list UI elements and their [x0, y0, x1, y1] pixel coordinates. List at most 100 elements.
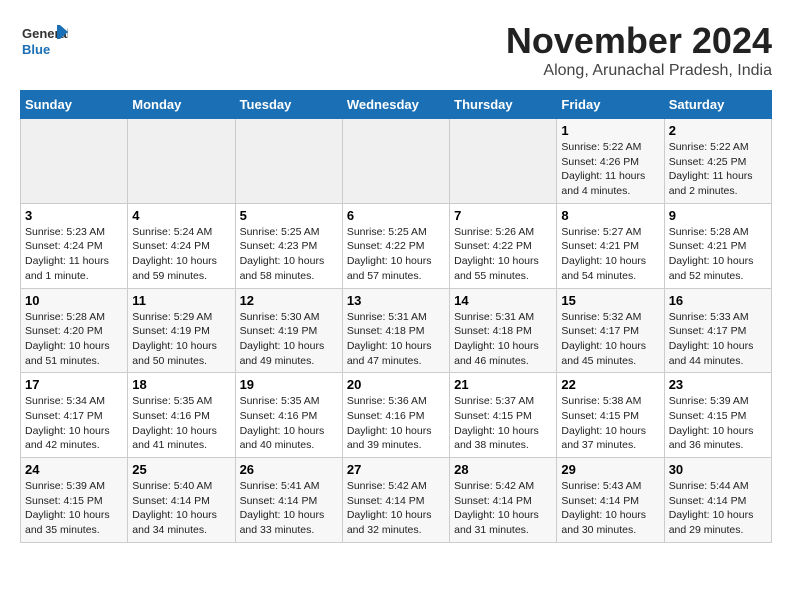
day-number: 28 — [454, 462, 552, 477]
table-row: 8Sunrise: 5:27 AMSunset: 4:21 PMDaylight… — [557, 203, 664, 288]
day-info: Sunrise: 5:28 AMSunset: 4:21 PMDaylight:… — [669, 225, 767, 284]
day-info: Sunrise: 5:40 AMSunset: 4:14 PMDaylight:… — [132, 479, 230, 538]
day-number: 17 — [25, 377, 123, 392]
calendar-header-row: Sunday Monday Tuesday Wednesday Thursday… — [21, 91, 772, 119]
table-row: 28Sunrise: 5:42 AMSunset: 4:14 PMDayligh… — [450, 458, 557, 543]
day-info: Sunrise: 5:25 AMSunset: 4:22 PMDaylight:… — [347, 225, 445, 284]
table-row — [342, 119, 449, 204]
day-number: 13 — [347, 293, 445, 308]
table-row — [235, 119, 342, 204]
day-number: 16 — [669, 293, 767, 308]
table-row: 27Sunrise: 5:42 AMSunset: 4:14 PMDayligh… — [342, 458, 449, 543]
day-number: 11 — [132, 293, 230, 308]
day-info: Sunrise: 5:37 AMSunset: 4:15 PMDaylight:… — [454, 394, 552, 453]
table-row — [21, 119, 128, 204]
day-info: Sunrise: 5:28 AMSunset: 4:20 PMDaylight:… — [25, 310, 123, 369]
month-year-title: November 2024 — [506, 20, 772, 62]
day-number: 30 — [669, 462, 767, 477]
table-row: 20 Sunrise: 5:36 AMSunset: 4:16 PMDayligh… — [342, 373, 449, 458]
day-info: Sunrise: 5:22 AMSunset: 4:25 PMDaylight:… — [669, 140, 767, 199]
table-row: 26 Sunrise: 5:41 AMSunset: 4:14 PMDayligh… — [235, 458, 342, 543]
day-number: 19 — [240, 377, 338, 392]
day-number: 20 — [347, 377, 445, 392]
table-row: 11 Sunrise: 5:29 AMSunset: 4:19 PMDayligh… — [128, 288, 235, 373]
col-saturday: Saturday — [664, 91, 771, 119]
day-info: Sunrise: 5:39 AMSunset: 4:15 PMDaylight:… — [25, 479, 123, 538]
col-sunday: Sunday — [21, 91, 128, 119]
day-info: Sunrise: 5:33 AMSunset: 4:17 PMDaylight:… — [669, 310, 767, 369]
day-info: Sunrise: 5:35 AMSunset: 4:16 PMDaylight:… — [132, 394, 230, 453]
day-number: 21 — [454, 377, 552, 392]
day-number: 1 — [561, 123, 659, 138]
calendar-week-row: 3Sunrise: 5:23 AMSunset: 4:24 PMDaylight… — [21, 203, 772, 288]
day-info: Sunrise: 5:32 AMSunset: 4:17 PMDaylight:… — [561, 310, 659, 369]
day-number: 22 — [561, 377, 659, 392]
location-subtitle: Along, Arunachal Pradesh, India — [506, 62, 772, 80]
day-number: 24 — [25, 462, 123, 477]
svg-text:Blue: Blue — [22, 42, 50, 57]
table-row: 10 Sunrise: 5:28 AMSunset: 4:20 PMDayligh… — [21, 288, 128, 373]
day-info: Sunrise: 5:22 AMSunset: 4:26 PMDaylight:… — [561, 140, 659, 199]
table-row: 14 Sunrise: 5:31 AMSunset: 4:18 PMDayligh… — [450, 288, 557, 373]
day-info: Sunrise: 5:23 AMSunset: 4:24 PMDaylight:… — [25, 225, 123, 284]
table-row: 16 Sunrise: 5:33 AMSunset: 4:17 PMDayligh… — [664, 288, 771, 373]
table-row: 19 Sunrise: 5:35 AMSunset: 4:16 PMDayligh… — [235, 373, 342, 458]
day-info: Sunrise: 5:41 AMSunset: 4:14 PMDaylight:… — [240, 479, 338, 538]
day-number: 10 — [25, 293, 123, 308]
table-row: 15Sunrise: 5:32 AMSunset: 4:17 PMDayligh… — [557, 288, 664, 373]
logo: General Blue — [20, 20, 68, 60]
table-row: 23 Sunrise: 5:39 AMSunset: 4:15 PMDayligh… — [664, 373, 771, 458]
day-info: Sunrise: 5:36 AMSunset: 4:16 PMDaylight:… — [347, 394, 445, 453]
col-tuesday: Tuesday — [235, 91, 342, 119]
table-row: 17 Sunrise: 5:34 AMSunset: 4:17 PMDayligh… — [21, 373, 128, 458]
calendar-week-row: 24 Sunrise: 5:39 AMSunset: 4:15 PMDayligh… — [21, 458, 772, 543]
calendar-week-row: 10 Sunrise: 5:28 AMSunset: 4:20 PMDayligh… — [21, 288, 772, 373]
table-row: 21 Sunrise: 5:37 AMSunset: 4:15 PMDayligh… — [450, 373, 557, 458]
col-friday: Friday — [557, 91, 664, 119]
col-thursday: Thursday — [450, 91, 557, 119]
table-row: 18 Sunrise: 5:35 AMSunset: 4:16 PMDayligh… — [128, 373, 235, 458]
table-row: 6 Sunrise: 5:25 AMSunset: 4:22 PMDaylight… — [342, 203, 449, 288]
col-wednesday: Wednesday — [342, 91, 449, 119]
table-row: 13 Sunrise: 5:31 AMSunset: 4:18 PMDayligh… — [342, 288, 449, 373]
day-number: 14 — [454, 293, 552, 308]
table-row: 9Sunrise: 5:28 AMSunset: 4:21 PMDaylight… — [664, 203, 771, 288]
table-row: 24 Sunrise: 5:39 AMSunset: 4:15 PMDayligh… — [21, 458, 128, 543]
day-number: 23 — [669, 377, 767, 392]
day-number: 26 — [240, 462, 338, 477]
title-block: November 2024 Along, Arunachal Pradesh, … — [506, 20, 772, 80]
table-row — [128, 119, 235, 204]
logo-icon: General Blue — [20, 20, 68, 60]
table-row: 1 Sunrise: 5:22 AMSunset: 4:26 PMDaylight… — [557, 119, 664, 204]
calendar-week-row: 17 Sunrise: 5:34 AMSunset: 4:17 PMDayligh… — [21, 373, 772, 458]
calendar-week-row: 1 Sunrise: 5:22 AMSunset: 4:26 PMDaylight… — [21, 119, 772, 204]
day-info: Sunrise: 5:34 AMSunset: 4:17 PMDaylight:… — [25, 394, 123, 453]
day-info: Sunrise: 5:29 AMSunset: 4:19 PMDaylight:… — [132, 310, 230, 369]
day-number: 27 — [347, 462, 445, 477]
day-info: Sunrise: 5:38 AMSunset: 4:15 PMDaylight:… — [561, 394, 659, 453]
calendar-table: Sunday Monday Tuesday Wednesday Thursday… — [20, 90, 772, 543]
day-info: Sunrise: 5:43 AMSunset: 4:14 PMDaylight:… — [561, 479, 659, 538]
table-row: 25 Sunrise: 5:40 AMSunset: 4:14 PMDayligh… — [128, 458, 235, 543]
day-info: Sunrise: 5:26 AMSunset: 4:22 PMDaylight:… — [454, 225, 552, 284]
day-info: Sunrise: 5:30 AMSunset: 4:19 PMDaylight:… — [240, 310, 338, 369]
day-number: 6 — [347, 208, 445, 223]
day-number: 18 — [132, 377, 230, 392]
col-monday: Monday — [128, 91, 235, 119]
table-row: 22 Sunrise: 5:38 AMSunset: 4:15 PMDayligh… — [557, 373, 664, 458]
day-info: Sunrise: 5:35 AMSunset: 4:16 PMDaylight:… — [240, 394, 338, 453]
day-number: 12 — [240, 293, 338, 308]
day-info: Sunrise: 5:44 AMSunset: 4:14 PMDaylight:… — [669, 479, 767, 538]
day-number: 25 — [132, 462, 230, 477]
table-row: 4Sunrise: 5:24 AMSunset: 4:24 PMDaylight… — [128, 203, 235, 288]
table-row: 2Sunrise: 5:22 AMSunset: 4:25 PMDaylight… — [664, 119, 771, 204]
day-number: 29 — [561, 462, 659, 477]
day-number: 8 — [561, 208, 659, 223]
day-info: Sunrise: 5:31 AMSunset: 4:18 PMDaylight:… — [347, 310, 445, 369]
day-number: 4 — [132, 208, 230, 223]
day-info: Sunrise: 5:39 AMSunset: 4:15 PMDaylight:… — [669, 394, 767, 453]
day-info: Sunrise: 5:31 AMSunset: 4:18 PMDaylight:… — [454, 310, 552, 369]
day-info: Sunrise: 5:25 AMSunset: 4:23 PMDaylight:… — [240, 225, 338, 284]
page-header: General Blue November 2024 Along, Arunac… — [20, 20, 772, 80]
table-row: 3Sunrise: 5:23 AMSunset: 4:24 PMDaylight… — [21, 203, 128, 288]
